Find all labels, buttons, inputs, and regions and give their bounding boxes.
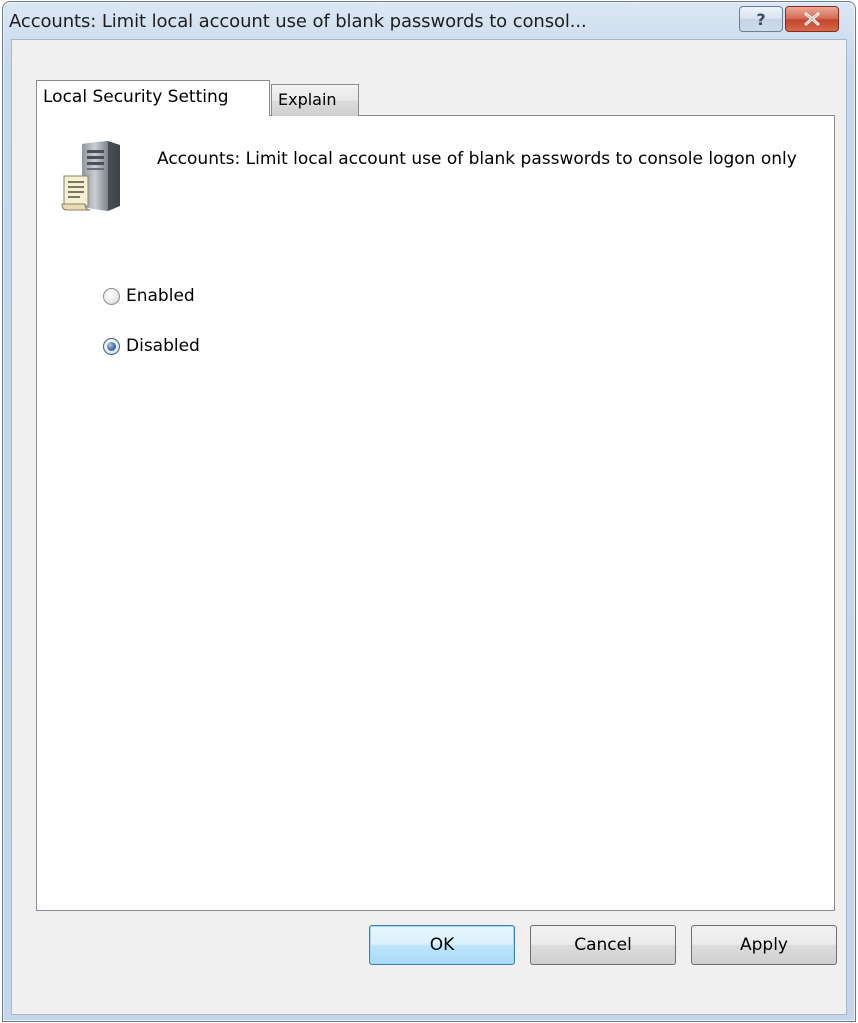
- help-icon: ?: [756, 9, 766, 29]
- tab-label: Explain: [278, 90, 337, 109]
- tab-local-security-setting[interactable]: Local Security Setting: [36, 80, 270, 116]
- close-button[interactable]: [785, 6, 839, 32]
- enabled-label: Enabled: [126, 286, 195, 306]
- disabled-option[interactable]: Disabled: [103, 336, 200, 356]
- help-button[interactable]: ?: [739, 6, 783, 32]
- cancel-button[interactable]: Cancel: [530, 925, 676, 965]
- tab-panel: [36, 115, 835, 911]
- ok-button[interactable]: OK: [369, 925, 515, 965]
- enabled-option[interactable]: Enabled: [103, 286, 195, 306]
- disabled-label: Disabled: [126, 336, 200, 356]
- enabled-radio[interactable]: [103, 287, 120, 305]
- tab-explain[interactable]: Explain: [271, 84, 359, 116]
- tab-label: Local Security Setting: [43, 87, 229, 107]
- disabled-radio[interactable]: [103, 337, 120, 355]
- server-document-icon: [61, 141, 120, 211]
- close-icon: [804, 12, 820, 26]
- apply-button[interactable]: Apply: [691, 925, 837, 965]
- policy-description: Accounts: Limit local account use of bla…: [157, 149, 797, 169]
- window-title: Accounts: Limit local account use of bla…: [9, 11, 587, 32]
